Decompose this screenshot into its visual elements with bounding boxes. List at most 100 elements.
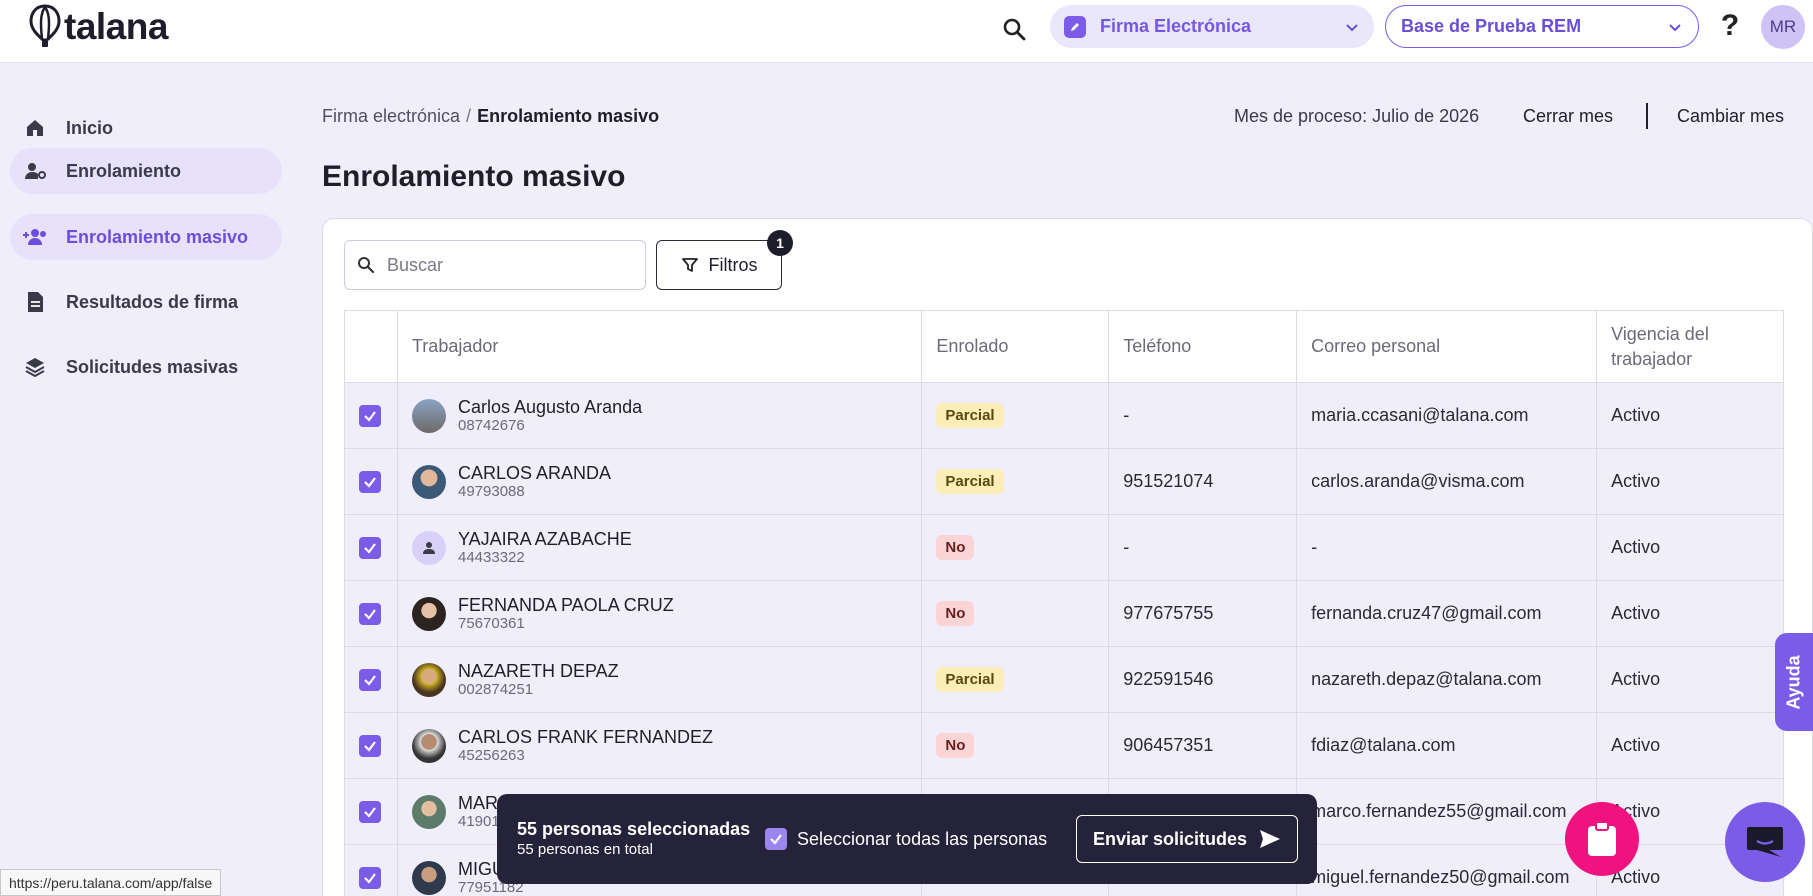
brand-name: talana: [64, 6, 168, 47]
sidebar-item-label: Inicio: [66, 117, 114, 138]
worker-avatar: [411, 860, 446, 895]
worker-avatar: [411, 464, 446, 499]
chat-button[interactable]: [1725, 802, 1805, 882]
top-bar: talana Firma Electrónica Base de Prueba …: [0, 0, 1813, 63]
worker-id: 49793088: [457, 482, 525, 500]
document-icon: [22, 289, 48, 315]
status-cell: Activo: [1596, 448, 1784, 515]
enrolled-badge: No: [936, 535, 975, 560]
global-search-button[interactable]: [997, 12, 1031, 46]
process-month: Mes de proceso: Julio de 2026: [1234, 106, 1480, 126]
chevron-down-icon: [1346, 23, 1358, 31]
worker-name: NAZARETH DEPAZ: [457, 660, 619, 681]
row-checkbox[interactable]: [359, 668, 381, 691]
enrolled-badge: No: [936, 601, 975, 626]
worker-name: CARLOS FRANK FERNANDEZ: [457, 726, 714, 747]
check-icon: [364, 410, 376, 422]
worker-id: 75670361: [457, 614, 525, 632]
row-checkbox[interactable]: [359, 470, 381, 493]
chevron-down-icon: [1669, 23, 1681, 31]
worker-name: YAJAIRA AZABACHE: [457, 528, 632, 549]
row-checkbox[interactable]: [359, 404, 381, 427]
select-all-toggle[interactable]: Seleccionar todas las personas: [765, 828, 1047, 850]
email-cell: nazareth.depaz@talana.com: [1296, 646, 1598, 713]
user-settings-icon: [22, 158, 48, 184]
table-header-row: Trabajador Enrolado Teléfono Correo pers…: [344, 310, 1784, 383]
column-header-enrolado[interactable]: Enrolado: [921, 310, 1110, 383]
table-row[interactable]: CARLOS ARANDA 49793088 Parcial 951521074 …: [344, 448, 1784, 515]
talana-logo[interactable]: talana: [28, 4, 168, 50]
sidebar-item-enrolamiento[interactable]: Enrolamiento: [10, 148, 282, 194]
send-requests-label: Enviar solicitudes: [1092, 828, 1248, 849]
sidebar-item-label: Resultados de firma: [66, 291, 239, 312]
table-row[interactable]: NAZARETH DEPAZ 002874251 Parcial 92259154…: [344, 646, 1784, 713]
sidebar-item-inicio[interactable]: Inicio: [10, 105, 282, 151]
enrolled-badge: No: [936, 733, 975, 758]
selected-count: 55 personas seleccionadas: [517, 819, 751, 839]
user-avatar[interactable]: MR: [1761, 5, 1805, 49]
home-icon: [22, 115, 48, 141]
help-button[interactable]: ?: [1716, 6, 1744, 46]
sidebar-item-label: Enrolamiento masivo: [66, 226, 249, 247]
sidebar: Inicio Enrolamiento Enrolamiento masivo …: [0, 64, 300, 896]
group-add-icon: [22, 224, 48, 250]
row-checkbox[interactable]: [359, 734, 381, 757]
row-checkbox[interactable]: [359, 602, 381, 625]
row-checkbox[interactable]: [359, 866, 381, 889]
check-icon: [770, 834, 782, 845]
worker-avatar: [411, 728, 446, 763]
breadcrumb-separator: /: [466, 106, 472, 126]
filter-icon: [681, 258, 698, 272]
page-title: Enrolamiento masivo: [322, 160, 626, 193]
phone-cell: 906457351: [1108, 712, 1298, 779]
table-row[interactable]: Carlos Augusto Aranda 08742676 Parcial - …: [344, 382, 1784, 449]
table-row[interactable]: FERNANDA PAOLA CRUZ 75670361 No 977675755…: [344, 580, 1784, 647]
search-icon: [358, 257, 375, 274]
sidebar-item-solicitudes-masivas[interactable]: Solicitudes masivas: [10, 344, 282, 390]
module-label: Firma Electrónica: [1100, 16, 1252, 36]
sidebar-item-label: Solicitudes masivas: [66, 356, 239, 377]
worker-id: 08742676: [457, 416, 525, 434]
ayuda-tab[interactable]: Ayuda: [1775, 633, 1813, 731]
column-header-telefono[interactable]: Teléfono: [1108, 310, 1298, 383]
filters-count-badge: 1: [767, 230, 793, 256]
status-cell: Activo: [1596, 712, 1784, 779]
worker-avatar: [411, 596, 446, 631]
clipboard-fab[interactable]: [1565, 802, 1639, 876]
breadcrumb-parent-link[interactable]: Firma electrónica: [322, 106, 460, 127]
phone-cell: -: [1108, 382, 1298, 449]
email-cell: fernanda.cruz47@gmail.com: [1296, 580, 1598, 647]
person-placeholder-icon: [411, 530, 446, 565]
breadcrumb: Firma electrónica / Enrolamiento masivo: [322, 106, 659, 127]
check-icon: [364, 806, 376, 818]
layers-icon: [22, 354, 48, 380]
column-header-correo[interactable]: Correo personal: [1296, 310, 1598, 383]
status-cell: Activo: [1596, 514, 1784, 581]
check-icon: [364, 542, 376, 554]
change-month-button[interactable]: Cambiar mes: [1677, 106, 1784, 127]
phone-cell: 951521074: [1108, 448, 1298, 515]
column-header-trabajador[interactable]: Trabajador: [396, 310, 923, 383]
table-row[interactable]: YAJAIRA AZABACHE 44433322 No - - Activo: [344, 514, 1784, 581]
search-field[interactable]: [344, 240, 646, 290]
sidebar-item-enrolamiento-masivo[interactable]: Enrolamiento masivo: [10, 214, 282, 260]
search-input[interactable]: [387, 254, 627, 276]
row-checkbox[interactable]: [359, 800, 381, 823]
column-header-vigencia[interactable]: Vigencia del trabajador: [1596, 310, 1784, 383]
search-icon: [1003, 18, 1026, 41]
send-requests-button[interactable]: Enviar solicitudes: [1076, 815, 1298, 863]
filters-button[interactable]: Filtros: [656, 240, 782, 290]
close-month-button[interactable]: Cerrar mes: [1523, 106, 1613, 127]
row-checkbox[interactable]: [359, 536, 381, 559]
module-selector[interactable]: Firma Electrónica: [1050, 5, 1374, 48]
database-selector[interactable]: Base de Prueba REM: [1385, 5, 1699, 48]
bulk-selection-bar: 55 personas seleccionadas 55 personas en…: [497, 794, 1317, 884]
ayuda-label: Ayuda: [1783, 654, 1804, 710]
table-row[interactable]: CARLOS FRANK FERNANDEZ 45256263 No 906457…: [344, 712, 1784, 779]
divider: [1646, 103, 1648, 129]
phone-cell: 922591546: [1108, 646, 1298, 713]
select-all-checkbox[interactable]: [765, 828, 787, 850]
sidebar-item-resultados-de-firma[interactable]: Resultados de firma: [10, 279, 282, 325]
worker-avatar: [411, 794, 446, 829]
email-cell: -: [1296, 514, 1598, 581]
